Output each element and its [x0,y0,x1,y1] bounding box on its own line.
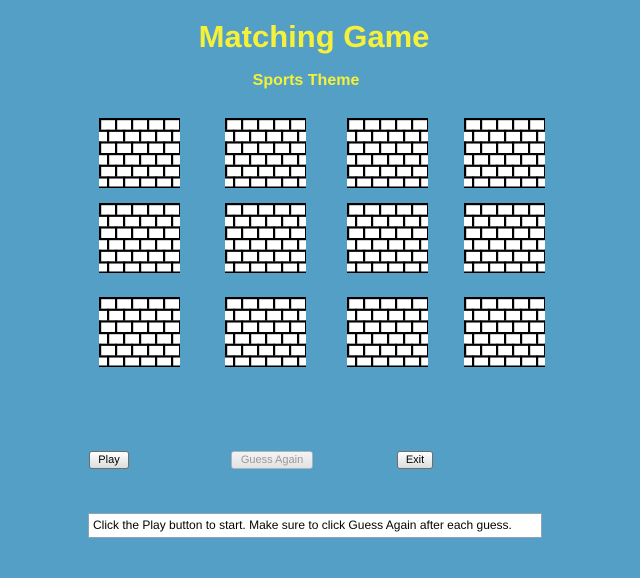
card-11[interactable] [347,297,428,367]
card-4[interactable] [464,118,545,188]
brick-wall-icon [225,203,306,273]
card-12[interactable] [464,297,545,367]
exit-button[interactable]: Exit [397,451,433,469]
card-5[interactable] [99,203,180,273]
brick-wall-icon [225,297,306,367]
status-message-field: Click the Play button to start. Make sur… [88,513,542,538]
brick-wall-icon [464,297,545,367]
brick-wall-icon [99,118,180,188]
card-6[interactable] [225,203,306,273]
brick-wall-icon [99,203,180,273]
card-1[interactable] [99,118,180,188]
guess-again-button[interactable]: Guess Again [231,451,313,469]
brick-wall-icon [347,297,428,367]
brick-wall-icon [464,203,545,273]
brick-wall-icon [464,118,545,188]
game-title: Matching Game [198,19,430,54]
theme-subtitle: Sports Theme [252,72,360,89]
card-2[interactable] [225,118,306,188]
brick-wall-icon [99,297,180,367]
card-9[interactable] [99,297,180,367]
card-10[interactable] [225,297,306,367]
card-7[interactable] [347,203,428,273]
brick-wall-icon [347,203,428,273]
card-3[interactable] [347,118,428,188]
brick-wall-icon [225,118,306,188]
card-8[interactable] [464,203,545,273]
brick-wall-icon [347,118,428,188]
play-button[interactable]: Play [89,451,129,469]
